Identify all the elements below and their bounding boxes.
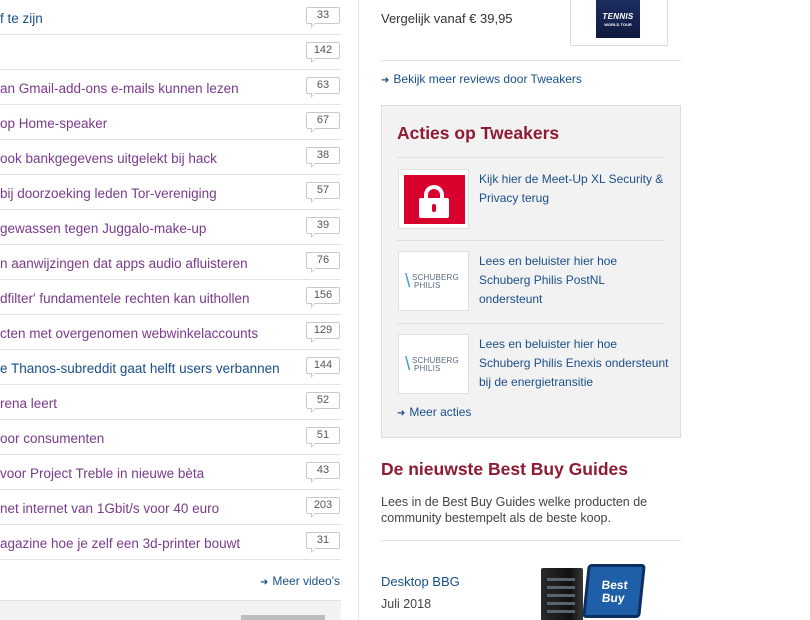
news-title-link[interactable]: op Home-speaker [0, 116, 300, 131]
news-row[interactable]: op Home-speaker 67 [0, 105, 341, 140]
arrow-right-icon: ➜ [397, 408, 406, 419]
column-divider [358, 0, 359, 620]
bbg-description: Lees in de Best Buy Guides welke product… [381, 495, 648, 525]
news-title-link[interactable]: an Gmail-add-ons e-mails kunnen lezen [0, 81, 300, 96]
promo-thumbnail[interactable]: \ SCHUBERG PHILIS [398, 334, 469, 394]
divider [397, 157, 665, 158]
divider [397, 323, 665, 324]
news-list: f te zijn 33 142 an Gmail-add-ons e-mails k… [0, 0, 341, 560]
footer-button[interactable] [241, 615, 325, 620]
acties-panel: Acties op Tweakers Kijk hier de Meet-Up … [381, 105, 681, 438]
news-title-link[interactable]: f te zijn [0, 11, 300, 26]
news-row[interactable]: voor Project Treble in nieuwe bèta 43 [0, 455, 341, 490]
news-title-link[interactable]: agazine hoe je zelf een 3d-printer bouwt [0, 536, 300, 551]
badge-text: Best [600, 578, 629, 592]
comment-count-badge[interactable]: 156 [306, 287, 340, 308]
news-title-link[interactable]: net internet van 1Gbit/s voor 40 euro [0, 501, 300, 516]
schuberg-philis-logo: \ SCHUBERG PHILIS [405, 271, 459, 292]
arrow-right-icon: ➜ [259, 577, 269, 588]
news-title-link[interactable]: rena leert [0, 396, 300, 411]
divider [397, 240, 665, 241]
news-title-link[interactable]: oor consumenten [0, 431, 300, 446]
comment-count-badge[interactable]: 67 [306, 112, 340, 133]
more-acties-label: Meer acties [409, 405, 472, 419]
news-row[interactable]: an Gmail-add-ons e-mails kunnen lezen 63 [0, 70, 341, 105]
badge-text: Buy [601, 591, 626, 605]
news-title-link[interactable]: bij doorzoeking leden Tor-vereniging [0, 186, 300, 201]
arrow-right-icon: ➜ [381, 75, 390, 86]
bbg-item-date: Juli 2018 [381, 597, 432, 611]
news-row[interactable]: 142 [0, 35, 341, 70]
comment-count-badge[interactable]: 33 [306, 7, 340, 28]
comment-count-badge[interactable]: 63 [306, 77, 340, 98]
left-footer-bar [0, 600, 341, 620]
news-row[interactable]: dfilter' fundamentele rechten kan uithol… [0, 280, 341, 315]
news-row[interactable]: ook bankgegevens uitgelekt bij hack 38 [0, 140, 341, 175]
bbg-thumbnail[interactable]: Best Buy [541, 562, 647, 620]
logo-text: PHILIS [414, 364, 441, 373]
logo-text: PHILIS [414, 281, 441, 290]
cover-subtitle: WORLD TOUR [604, 22, 632, 27]
news-title-link[interactable]: ook bankgegevens uitgelekt bij hack [0, 151, 300, 166]
news-title-link[interactable]: dfilter' fundamentele rechten kan uithol… [0, 291, 300, 306]
comment-count-badge[interactable]: 39 [306, 217, 340, 238]
news-row[interactable]: e Thanos-subreddit gaat helft users verb… [0, 350, 341, 385]
news-row[interactable]: f te zijn 33 [0, 0, 341, 35]
news-title-link[interactable]: e Thanos-subreddit gaat helft users verb… [0, 361, 300, 376]
game-cover-image: TENNIS WORLD TOUR [596, 0, 640, 38]
news-title-link[interactable]: n aanwijzingen dat apps audio afluistere… [0, 256, 300, 271]
comment-count-badge[interactable]: 144 [306, 357, 340, 378]
desktop-tower-image [541, 568, 583, 620]
news-row[interactable]: oor consumenten 51 [0, 420, 341, 455]
promo-link-2[interactable]: Lees en beluister hier hoe Schuberg Phil… [479, 252, 669, 309]
news-column: f te zijn 33 142 an Gmail-add-ons e-mails k… [0, 0, 341, 620]
comment-count-badge[interactable]: 43 [306, 462, 340, 483]
lock-icon [404, 175, 465, 224]
more-videos-link[interactable]: ➜ Meer video's [260, 574, 340, 588]
more-acties-link[interactable]: ➜ Meer acties [397, 405, 471, 419]
more-videos-label: Meer video's [272, 574, 340, 588]
news-row[interactable]: n aanwijzingen dat apps audio afluistere… [0, 245, 341, 280]
news-title-link[interactable]: gewassen tegen Juggalo-make-up [0, 221, 300, 236]
more-reviews-link[interactable]: ➜ Bekijk meer reviews door Tweakers [381, 72, 582, 86]
acties-title: Acties op Tweakers [397, 123, 560, 143]
divider [381, 60, 681, 61]
promo-thumbnail[interactable] [398, 169, 469, 229]
news-row[interactable]: net internet van 1Gbit/s voor 40 euro 203 [0, 490, 341, 525]
news-row[interactable]: gewassen tegen Juggalo-make-up 39 [0, 210, 341, 245]
comment-count-badge[interactable]: 203 [306, 497, 340, 518]
bbg-title: De nieuwste Best Buy Guides [381, 459, 629, 479]
comment-count-badge[interactable]: 57 [306, 182, 340, 203]
promo-link-1[interactable]: Kijk hier de Meet-Up XL Security & Priva… [479, 170, 669, 208]
game-thumbnail[interactable]: TENNIS WORLD TOUR [570, 0, 668, 46]
best-buy-badge: Best Buy [582, 564, 646, 618]
promo-thumbnail[interactable]: \ SCHUBERG PHILIS [398, 251, 469, 311]
more-reviews-label: Bekijk meer reviews door Tweakers [393, 72, 582, 86]
comment-count-badge[interactable]: 142 [306, 42, 340, 63]
news-row[interactable]: cten met overgenomen webwinkelaccounts 12… [0, 315, 341, 350]
review-price: Vergelijk vanaf € 39,95 [381, 11, 513, 26]
comment-count-badge[interactable]: 51 [306, 427, 340, 448]
news-row[interactable]: bij doorzoeking leden Tor-vereniging 57 [0, 175, 341, 210]
comment-count-badge[interactable]: 76 [306, 252, 340, 273]
news-title-link[interactable]: cten met overgenomen webwinkelaccounts [0, 326, 300, 341]
bbg-item-link[interactable]: Desktop BBG [381, 574, 460, 589]
comment-count-badge[interactable]: 31 [306, 532, 340, 553]
divider [381, 540, 681, 541]
schuberg-philis-logo: \ SCHUBERG PHILIS [405, 354, 459, 375]
news-row[interactable]: agazine hoe je zelf een 3d-printer bouwt… [0, 525, 341, 560]
news-row[interactable]: rena leert 52 [0, 385, 341, 420]
promo-link-3[interactable]: Lees en beluister hier hoe Schuberg Phil… [479, 335, 669, 392]
comment-count-badge[interactable]: 38 [306, 147, 340, 168]
comment-count-badge[interactable]: 52 [306, 392, 340, 413]
news-title-link[interactable]: voor Project Treble in nieuwe bèta [0, 466, 300, 481]
cover-title: TENNIS [602, 12, 634, 21]
comment-count-badge[interactable]: 129 [306, 322, 340, 343]
